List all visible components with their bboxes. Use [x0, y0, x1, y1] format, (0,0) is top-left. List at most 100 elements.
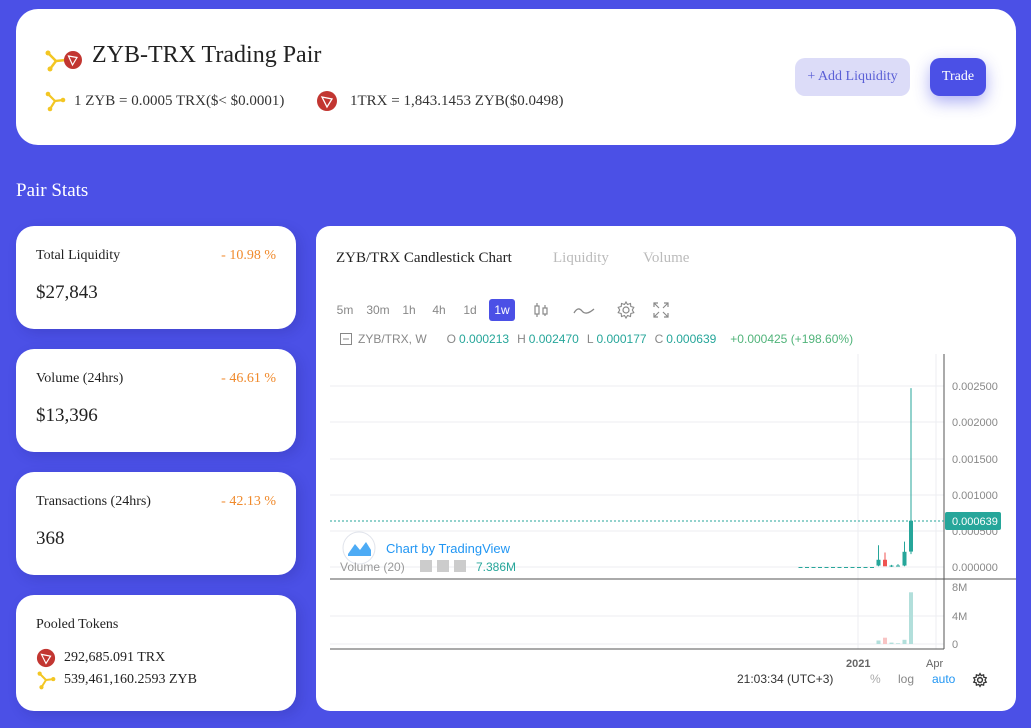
stat-change: - 46.61 %: [221, 371, 276, 386]
volume-bar: [876, 640, 881, 644]
candle-body: [896, 565, 900, 567]
zyb-trx-pair-logo: [45, 50, 82, 72]
fullscreen-icon[interactable]: [651, 300, 671, 320]
candle-body: [844, 567, 848, 568]
legend-c-label: C: [654, 332, 664, 346]
tradingview-logo-icon: [342, 531, 376, 565]
stat-value: $13,396: [36, 405, 98, 426]
candle-body: [831, 567, 835, 568]
price-gridlines: [330, 354, 944, 649]
pooled-zyb-amount: 539,461,160.2593 ZYB: [64, 672, 197, 687]
pooled-zyb: 539,461,160.2593 ZYB: [36, 670, 197, 690]
volume-indicator-controls[interactable]: [420, 560, 466, 572]
zyb-rate: 1 ZYB = 0.0005 TRX($< $0.0001): [44, 90, 284, 112]
zyb-rate-text: 1 ZYB = 0.0005 TRX($< $0.0001): [74, 92, 285, 109]
log-scale-toggle[interactable]: log: [898, 672, 914, 686]
candle-body: [798, 567, 803, 568]
candles: [798, 388, 913, 568]
trx-icon: [64, 51, 82, 69]
percent-scale-toggle[interactable]: %: [870, 672, 881, 686]
candle-body: [837, 567, 842, 568]
chart-card: ZYB/TRX Candlestick Chart Liquidity Volu…: [316, 226, 1016, 711]
volume-tick: 4M: [952, 611, 967, 623]
legend-o-label: O: [446, 332, 457, 346]
candle-body: [857, 567, 861, 568]
indicator-icon[interactable]: [572, 300, 596, 320]
candle-body: [850, 567, 855, 568]
stat-card-total-liquidity: Total Liquidity - 10.98 % $27,843: [16, 226, 296, 329]
trx-icon: [36, 648, 56, 668]
legend-l-label: L: [586, 332, 594, 346]
price-tick: 0.000500: [952, 526, 998, 538]
trade-button[interactable]: Trade: [930, 58, 986, 96]
legend-open: 0.000213: [459, 332, 510, 346]
candle-style-icon[interactable]: [531, 300, 551, 320]
trx-rate: 1TRX = 1,843.1453 ZYB($0.0498): [316, 90, 563, 112]
timeframe-30m[interactable]: 30m: [364, 299, 392, 321]
timeframe-1h[interactable]: 1h: [399, 299, 419, 321]
trx-icon: [317, 91, 337, 111]
price-tick: 0.002000: [952, 417, 998, 429]
chart-settings-gear-icon[interactable]: [972, 672, 988, 688]
tradingview-watermark: Chart by TradingView: [386, 541, 511, 556]
candle-body: [883, 559, 887, 567]
tab-volume[interactable]: Volume: [643, 250, 689, 267]
stat-card-volume: Volume (24hrs) - 46.61 % $13,396: [16, 349, 296, 452]
time-ticks: 2021 Apr: [846, 658, 943, 670]
volume-tick: 8M: [952, 582, 967, 594]
volume-bar: [883, 637, 887, 644]
price-tick: 0.002500: [952, 381, 998, 393]
stat-label: Transactions (24hrs): [36, 494, 151, 509]
chart-clock: 21:03:34 (UTC+3): [737, 672, 834, 686]
auto-scale-toggle[interactable]: auto: [932, 672, 955, 686]
stat-value: $27,843: [36, 282, 98, 303]
page-title: ZYB-TRX Trading Pair: [92, 42, 322, 68]
stat-value: 368: [36, 528, 65, 549]
pooled-tokens-card: Pooled Tokens 292,685.091 TRX 539,461,16…: [16, 595, 296, 711]
settings-gear-icon[interactable]: [616, 300, 636, 320]
candle-body: [870, 567, 874, 568]
volume-bar: [896, 643, 900, 644]
candle-body: [811, 567, 816, 568]
zyb-icon: [45, 91, 66, 112]
tab-liquidity[interactable]: Liquidity: [553, 250, 609, 267]
pooled-trx: 292,685.091 TRX: [36, 648, 165, 668]
candle-body: [876, 559, 881, 566]
stat-change: - 42.13 %: [221, 494, 276, 509]
legend-high: 0.002470: [528, 332, 579, 346]
collapse-icon[interactable]: [340, 333, 352, 345]
volume-indicator-label: Volume (20): [340, 560, 405, 574]
volume-bar: [902, 639, 907, 644]
candle-body: [818, 567, 822, 568]
volume-bars: [876, 592, 913, 644]
pooled-trx-amount: 292,685.091 TRX: [64, 650, 166, 665]
timeframe-4h[interactable]: 4h: [429, 299, 449, 321]
last-price-badge: [945, 512, 1001, 530]
price-tick: 0.001000: [952, 490, 998, 502]
candle-body: [805, 567, 809, 568]
volume-bar: [909, 592, 913, 644]
stat-label: Total Liquidity: [36, 248, 121, 263]
ohlc-legend: ZYB/TRX, W O 0.000213 H 0.002470 L 0.000…: [340, 332, 853, 346]
legend-h-label: H: [517, 332, 526, 346]
add-liquidity-button[interactable]: + Add Liquidity: [795, 58, 910, 96]
volume-tick: 0: [952, 639, 958, 651]
candle-body: [824, 567, 829, 568]
candlestick-chart[interactable]: 0.002500 0.002000 0.001500 0.001000 0.00…: [316, 226, 1016, 711]
pooled-tokens-label: Pooled Tokens: [36, 617, 119, 632]
timeframe-5m[interactable]: 5m: [334, 299, 356, 321]
timeframe-1d[interactable]: 1d: [460, 299, 480, 321]
price-tick: 0.001500: [952, 454, 998, 466]
candle-body: [909, 520, 913, 552]
pair-stats-title: Pair Stats: [16, 180, 89, 201]
zyb-icon: [37, 671, 56, 690]
candle-body: [889, 565, 894, 567]
legend-change: +0.000425 (+198.60%): [730, 332, 854, 346]
stat-label: Volume (24hrs): [36, 371, 124, 386]
tab-candlestick-chart[interactable]: ZYB/TRX Candlestick Chart: [336, 250, 512, 267]
timeframe-1w[interactable]: 1w: [489, 299, 515, 321]
stat-card-transactions: Transactions (24hrs) - 42.13 % 368: [16, 472, 296, 575]
legend-symbol: ZYB/TRX, W: [358, 332, 427, 346]
price-ticks: 0.002500 0.002000 0.001500 0.001000 0.00…: [952, 381, 998, 574]
volume-ticks: 8M 4M 0: [952, 582, 967, 651]
